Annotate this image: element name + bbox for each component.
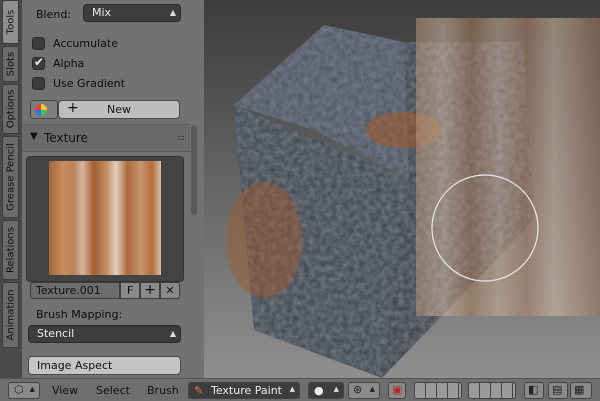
plus-icon: +: [67, 100, 79, 116]
unlink-texture-button[interactable]: ✕: [160, 282, 180, 299]
new-texture-button[interactable]: + New: [58, 100, 180, 119]
checkmark-icon: ✔: [34, 55, 45, 69]
texture-thumbnail: [49, 161, 161, 275]
brush-mode-icon: ✎: [194, 384, 204, 397]
stencil-image: [416, 18, 600, 316]
film-icon[interactable]: ▦: [570, 382, 592, 399]
collapse-arrow-icon: ▼: [30, 131, 38, 142]
tab-animation[interactable]: Animation: [2, 282, 19, 348]
sphere-shading-icon: ●: [314, 384, 324, 397]
chevron-updown-icon: ▲: [169, 329, 176, 338]
render-icon[interactable]: ◧: [524, 382, 544, 399]
scrollbar-thumb[interactable]: [191, 125, 197, 215]
alpha-checkbox[interactable]: ✔: [32, 55, 45, 70]
drag-handle-icon[interactable]: ::::: [177, 133, 185, 142]
toolshelf-tabs: Tools Slots Options Grease Pencil Relati…: [0, 0, 23, 378]
tab-tools[interactable]: Tools: [2, 0, 19, 44]
snap-icon[interactable]: ▣: [388, 382, 406, 399]
use-gradient-label: Use Gradient: [53, 77, 125, 90]
accumulate-label: Accumulate: [53, 37, 118, 50]
shading-dropdown[interactable]: ● ▲: [308, 382, 344, 399]
use-gradient-checkbox[interactable]: [32, 77, 45, 90]
tab-grease-pencil[interactable]: Grease Pencil: [2, 136, 19, 218]
color-wheel-icon[interactable]: [30, 100, 58, 119]
panel-scrollbar[interactable]: [190, 0, 198, 378]
3d-view-header: ⬡ ▲ View Select Brush ✎ Texture Paint ▲ …: [0, 378, 600, 401]
camera-icon[interactable]: ▤: [548, 382, 568, 399]
texture-header-label: Texture: [44, 131, 88, 145]
accumulate-checkbox[interactable]: [32, 37, 45, 50]
mode-dropdown[interactable]: ✎ Texture Paint ▲: [188, 382, 300, 399]
texture-panel-header[interactable]: ▼ Texture ::::: [22, 124, 190, 152]
brush-mapping-value: Stencil: [37, 327, 75, 340]
chevron-updown-icon: ▲: [169, 8, 176, 17]
menu-view[interactable]: View: [52, 384, 78, 397]
plus-icon: +: [144, 282, 156, 298]
brush-mapping-label: Brush Mapping:: [36, 308, 123, 321]
pivot-icon: ⊛: [353, 383, 363, 396]
3d-viewport[interactable]: [204, 0, 600, 378]
brush-mapping-dropdown[interactable]: Stencil ▲: [28, 325, 181, 343]
blend-value: Mix: [92, 6, 112, 19]
menu-select[interactable]: Select: [96, 384, 130, 397]
tab-relations[interactable]: Relations: [2, 220, 19, 280]
alpha-label: Alpha: [53, 57, 85, 70]
close-icon: ✕: [165, 284, 175, 297]
tab-slots[interactable]: Slots: [2, 46, 19, 82]
texture-name-field[interactable]: Texture.001: [30, 282, 120, 299]
blend-dropdown[interactable]: Mix ▲: [83, 4, 181, 22]
pivot-dropdown[interactable]: ⊛ ▲: [348, 382, 380, 399]
new-texture-plus-button[interactable]: +: [140, 282, 160, 299]
blend-label: Blend:: [36, 8, 72, 21]
layers-grid-right[interactable]: [468, 382, 516, 399]
fake-user-button[interactable]: F: [120, 282, 140, 299]
tab-options[interactable]: Options: [2, 84, 19, 134]
texture-preview: [26, 156, 184, 282]
menu-brush[interactable]: Brush: [147, 384, 179, 397]
view3d-editor-icon[interactable]: ⬡ ▲: [8, 382, 40, 399]
image-aspect-button[interactable]: Image Aspect: [28, 356, 181, 375]
viewport-canvas: [204, 0, 600, 378]
tool-shelf-panel: Blend: Mix ▲ Accumulate ✔ Alpha Use Grad…: [22, 0, 204, 378]
layers-grid-left[interactable]: [414, 382, 462, 399]
